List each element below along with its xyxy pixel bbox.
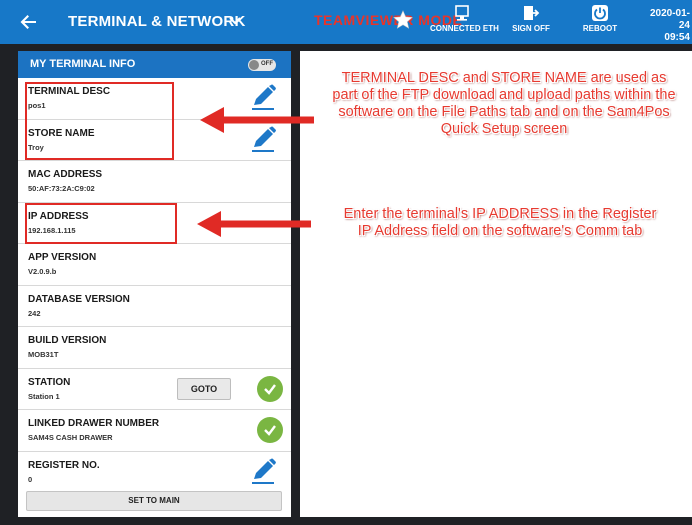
row-label: DATABASE VERSION [28,293,130,305]
row-linked-drawer: LINKED DRAWER NUMBER SAM4S CASH DRAWER [18,410,291,452]
sign-off-label: SIGN OFF [512,24,550,33]
toggle-off-label: OFF [261,61,273,67]
row-station: STATION Station 1 GOTO [18,368,291,410]
time-text: 09:54 [664,32,690,43]
row-app-version: APP VERSION V2.0.9.b [18,244,291,286]
back-arrow-icon[interactable] [16,10,40,34]
panel-toggle[interactable]: OFF [248,59,276,71]
highlight-terminal-store-box [25,82,174,160]
panel-header: MY TERMINAL INFO OFF [18,51,291,78]
connected-eth-label: CONNECTED ETH [430,24,499,33]
toggle-knob [249,60,259,70]
check-icon[interactable] [257,417,283,443]
row-label: APP VERSION [28,252,97,263]
row-register-no: REGISTER NO. 0 [18,451,291,493]
reboot-button[interactable]: REBOOT [580,4,620,42]
row-database-version: DATABASE VERSION 242 [18,285,291,327]
row-label: LINKED DRAWER NUMBER [28,418,160,429]
arrow-icon [197,211,311,237]
row-value: SAM4S CASH DRAWER [28,433,113,442]
row-value: V2.0.9.b [28,267,57,276]
row-label: BUILD VERSION [28,335,107,346]
set-to-main-button[interactable]: SET TO MAIN [26,491,282,511]
goto-button[interactable]: GOTO [177,377,231,400]
panel-title: MY TERMINAL INFO [30,58,136,70]
power-icon [592,5,608,21]
chevron-down-icon[interactable] [228,12,242,30]
date-time: 2020-01-24 09:54 [644,8,692,44]
connected-eth-button[interactable]: CONNECTED ETH [430,4,499,42]
reboot-label: REBOOT [582,24,618,33]
row-label: STATION [28,376,71,388]
sign-off-icon [524,6,540,20]
annotation-note-2: Enter the terminal's IP ADDRESS in the R… [343,206,657,239]
highlight-ip-box [25,203,177,244]
row-value: 242 [28,308,41,318]
row-build-version: BUILD VERSION MOB31T [18,327,291,369]
page-title[interactable]: TERMINAL & NETWORK [68,13,245,30]
row-value: 50:AF:73:2A:C9:02 [28,184,95,193]
row-value: 0 [28,474,33,484]
row-mac-address: MAC ADDRESS 50:AF:73:2A:C9:02 [18,161,291,203]
row-label: REGISTER NO. [28,459,100,471]
top-bar: TERMINAL & NETWORK TEAMVIEWER MODE CONNE… [0,0,692,44]
row-value: MOB31T [28,350,59,359]
sign-off-button[interactable]: SIGN OFF [510,4,552,42]
check-icon[interactable] [257,375,283,402]
row-value: Station 1 [28,391,60,401]
arrow-icon [200,107,314,133]
row-label: MAC ADDRESS [28,169,103,180]
pencil-icon[interactable] [249,458,277,486]
date-text: 2020-01-24 [649,8,690,31]
star-icon [393,10,413,29]
ethernet-icon [455,5,469,21]
annotation-note-1: TERMINAL DESC and STORE NAME are used as… [332,70,676,137]
